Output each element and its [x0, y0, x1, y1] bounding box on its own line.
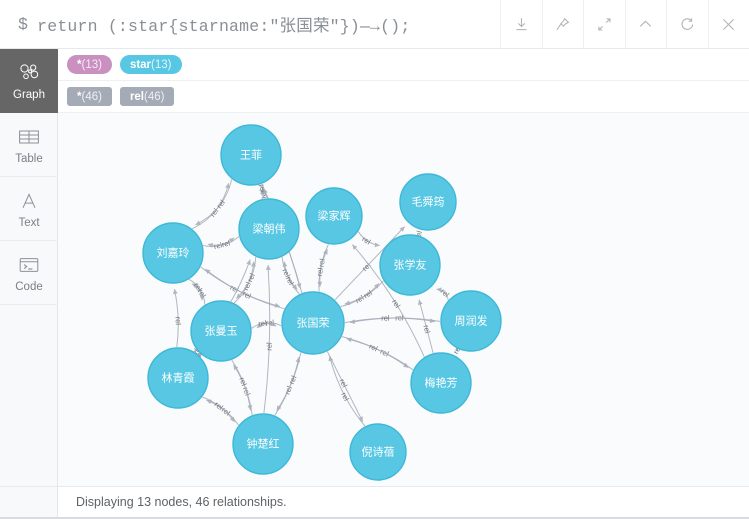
- graph-node-circle[interactable]: [232, 413, 294, 475]
- sidebar-item-text[interactable]: Text: [0, 177, 58, 241]
- relationship-edge[interactable]: [192, 183, 230, 230]
- chevron-up-icon[interactable]: [624, 0, 667, 49]
- relationship-edge[interactable]: [195, 179, 233, 226]
- legend-row-relationships: * (46) rel (46): [58, 81, 749, 113]
- pin-icon[interactable]: [541, 0, 584, 49]
- graph-node[interactable]: 张学友: [379, 234, 441, 296]
- relationship-edge[interactable]: [258, 184, 266, 195]
- relationship-edge[interactable]: [276, 352, 302, 411]
- graph-node[interactable]: 毛舜筠: [399, 173, 457, 231]
- relationship-edge[interactable]: [259, 189, 265, 200]
- legend-panel: * (13) star (13) * (46) rel (46): [58, 49, 749, 113]
- graph-node[interactable]: 梅艳芳: [410, 352, 472, 414]
- graph-node[interactable]: 王菲: [220, 124, 282, 186]
- relationship-edge[interactable]: [436, 287, 449, 301]
- relationship-edge[interactable]: [188, 278, 205, 301]
- graph-node[interactable]: 钟楚红: [232, 413, 294, 475]
- query-statement: return (:star{starname:"张国荣"})—→();: [37, 17, 411, 36]
- graph-node[interactable]: 张国荣: [281, 291, 345, 355]
- legend-chip-all-rels-count: (46): [81, 90, 102, 103]
- relationship-edge[interactable]: [456, 345, 461, 351]
- graph-node-circle[interactable]: [238, 198, 300, 260]
- relationship-edge[interactable]: [263, 264, 271, 414]
- status-sidebar-pad: [0, 486, 58, 517]
- relationship-edge[interactable]: [173, 288, 179, 348]
- query-result-panel: $ return (:star{starname:"张国荣"})—→(); Gr…: [0, 0, 749, 519]
- relationship-edge[interactable]: [274, 357, 301, 416]
- query-actions: [500, 0, 749, 49]
- legend-row-nodes: * (13) star (13): [58, 49, 749, 81]
- legend-chip-rel-label: rel: [129, 90, 145, 103]
- graph-node[interactable]: 张曼玉: [190, 300, 252, 362]
- graph-node-circle[interactable]: [305, 187, 363, 245]
- graph-node[interactable]: 刘嘉玲: [142, 222, 204, 284]
- relationship-edge[interactable]: [357, 231, 380, 248]
- graph-node-circle[interactable]: [399, 173, 457, 231]
- sidebar-item-code-label: Code: [15, 280, 43, 293]
- sidebar-item-graph-label: Graph: [13, 88, 45, 101]
- legend-chip-all-nodes[interactable]: * (13): [67, 55, 112, 74]
- graph-icon: [18, 60, 40, 86]
- relationship-edge[interactable]: [346, 337, 414, 371]
- status-bar: Displaying 13 nodes, 46 relationships.: [58, 486, 749, 517]
- download-icon[interactable]: [500, 0, 542, 49]
- graph-canvas[interactable]: rel rel rel rel rel rel rel rel rel rel rel rel rel r…: [58, 113, 749, 486]
- graph-node[interactable]: 梁家辉: [305, 187, 363, 245]
- relationship-edge[interactable]: [231, 359, 253, 411]
- code-icon: [18, 252, 40, 278]
- relationship-edge[interactable]: [235, 256, 257, 299]
- sidebar-item-code[interactable]: Code: [0, 241, 58, 305]
- relationship-edge[interactable]: [326, 351, 364, 422]
- relationship-edge[interactable]: [233, 364, 253, 415]
- query-prompt: $: [18, 14, 29, 34]
- graph-node[interactable]: 林青霞: [147, 347, 209, 409]
- legend-chip-star-count: (13): [151, 58, 172, 71]
- legend-chip-all-nodes-count: (13): [81, 58, 102, 71]
- graph-node-circle[interactable]: [147, 347, 209, 409]
- text-icon: [19, 188, 39, 214]
- graph-node[interactable]: 周润发: [440, 290, 502, 352]
- view-sidebar: Graph Table Text Code: [0, 49, 58, 486]
- graph-svg: relrelrelrelrelrelrelrelrelrel relrelrelr…: [142, 124, 502, 481]
- graph-node[interactable]: 倪诗蓓: [349, 423, 407, 481]
- legend-chip-rel[interactable]: rel (46): [119, 87, 175, 106]
- sidebar-item-graph[interactable]: Graph: [0, 49, 58, 113]
- relationship-edge[interactable]: [344, 280, 384, 306]
- node-layer: 王菲梁朝伟梁家辉毛舜筠刘嘉玲 张学友张曼玉张国荣 周润发梅艳芳 林青霞钟楚红倪诗蓓: [142, 124, 502, 481]
- status-text: Displaying 13 nodes, 46 relationships.: [76, 495, 287, 509]
- graph-node-circle[interactable]: [349, 423, 407, 481]
- close-icon[interactable]: [707, 0, 749, 49]
- refresh-icon[interactable]: [666, 0, 708, 49]
- relationship-edge[interactable]: [341, 336, 409, 369]
- expand-icon[interactable]: [583, 0, 625, 49]
- graph-node-circle[interactable]: [379, 234, 441, 296]
- graph-node-circle[interactable]: [142, 222, 204, 284]
- sidebar-item-table[interactable]: Table: [0, 113, 58, 177]
- query-bar: $ return (:star{starname:"张国荣"})—→();: [0, 0, 749, 49]
- legend-chip-rel-count: (46): [144, 90, 165, 103]
- graph-node-circle[interactable]: [190, 300, 252, 362]
- table-icon: [18, 124, 40, 150]
- sidebar-item-table-label: Table: [15, 152, 43, 165]
- legend-chip-star[interactable]: star (13): [119, 55, 182, 74]
- legend-chip-all-rels[interactable]: * (46): [67, 87, 112, 106]
- sidebar-item-text-label: Text: [18, 216, 40, 229]
- query-text[interactable]: $ return (:star{starname:"张国荣"})—→();: [0, 0, 500, 48]
- graph-node-circle[interactable]: [281, 291, 345, 355]
- graph-node-circle[interactable]: [410, 352, 472, 414]
- legend-chip-star-label: star: [129, 58, 152, 71]
- graph-node[interactable]: 梁朝伟: [238, 198, 300, 260]
- graph-node-circle[interactable]: [220, 124, 282, 186]
- graph-node-circle[interactable]: [440, 290, 502, 352]
- relationship-edge[interactable]: [418, 299, 434, 354]
